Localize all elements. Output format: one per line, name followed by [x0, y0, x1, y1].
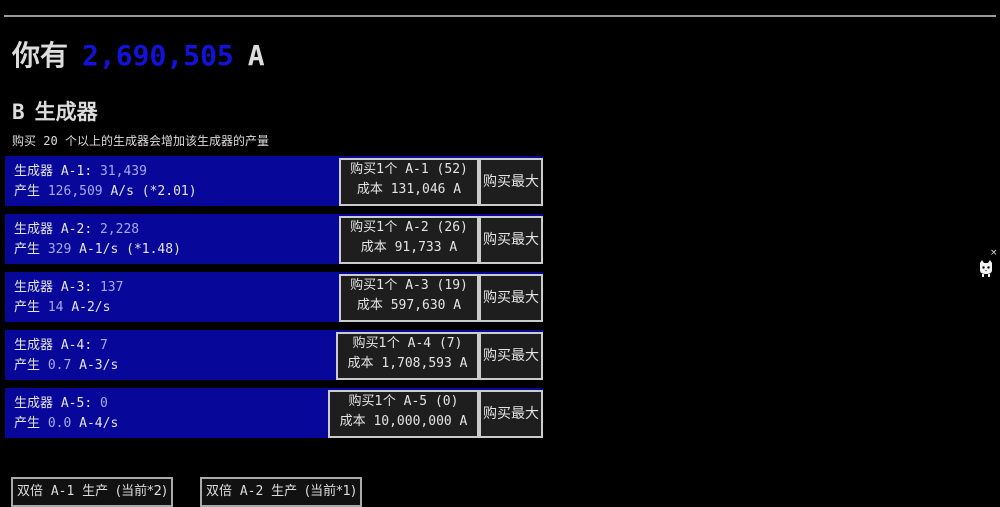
double-current: (当前*1)	[305, 484, 356, 499]
generator-info: 生成器 A-4: 7 产生 0.7 A-3/s	[14, 336, 118, 376]
section-letter: B	[12, 100, 25, 124]
generator-count: 2,228	[99, 222, 140, 237]
generator-info: 生成器 A-2: 2,228 产生 329 A-1/s (*1.48)	[14, 220, 181, 260]
money-display: 你有 2,690,505 A	[12, 34, 265, 74]
cost-label: 成本	[360, 240, 387, 255]
double-production-label: 生产	[271, 484, 298, 499]
production-unit: A-1/s (*1.48)	[79, 242, 181, 257]
top-divider	[4, 15, 996, 17]
buy-max-button[interactable]: 购买最大	[479, 158, 543, 206]
hint-prefix: 购买	[12, 134, 37, 148]
production-label: 产生	[14, 358, 41, 373]
hint-number: 20	[43, 134, 58, 148]
double-a1-button[interactable]: 双倍 A-1 生产 (当前*2)	[11, 477, 173, 507]
buy-one-button[interactable]: 购买1个 A-5 (0) 成本 10,000,000 A	[328, 390, 479, 438]
buy-max-button[interactable]: 购买最大	[479, 274, 543, 322]
generator-name: A-2:	[60, 222, 93, 237]
production-label: 产生	[14, 416, 41, 431]
buy-one-target: A-4 (7)	[407, 336, 463, 351]
generator-info: 生成器 A-1: 31,439 产生 126,509 A/s (*2.01)	[14, 162, 197, 202]
production-value: 0.7	[47, 358, 72, 373]
generator-row: 生成器 A-2: 2,228 产生 329 A-1/s (*1.48) 购买1个…	[5, 214, 543, 264]
buy-max-button[interactable]: 购买最大	[479, 332, 543, 380]
generator-row: 生成器 A-3: 137 产生 14 A-2/s 购买1个 A-3 (19) 成…	[5, 272, 543, 322]
cost-label: 成本	[339, 414, 366, 429]
cost-label: 成本	[347, 356, 374, 371]
double-target: A-1	[50, 484, 75, 499]
cost-value: 131,046 A	[390, 182, 462, 197]
cost-label: 成本	[356, 298, 383, 313]
generator-row: 生成器 A-5: 0 产生 0.0 A-4/s 购买1个 A-5 (0) 成本 …	[5, 388, 543, 438]
generator-label: 生成器	[14, 222, 54, 237]
production-value: 14	[47, 300, 64, 315]
buy-one-button[interactable]: 购买1个 A-1 (52) 成本 131,046 A	[339, 158, 479, 206]
double-a2-button[interactable]: 双倍 A-2 生产 (当前*1)	[200, 477, 362, 507]
buy-one-button[interactable]: 购买1个 A-3 (19) 成本 597,630 A	[339, 274, 479, 322]
buy-one-label: 购买1个	[348, 394, 396, 409]
buy-one-button[interactable]: 购买1个 A-2 (26) 成本 91,733 A	[339, 216, 479, 264]
section-title: B 生成器	[12, 96, 98, 126]
side-widget-close-icon[interactable]: ×	[990, 248, 998, 258]
buy-one-label: 购买1个	[352, 336, 400, 351]
buy-max-button[interactable]: 购买最大	[479, 216, 543, 264]
section-hint: 购买 20 个以上的生成器会增加该生成器的产量	[12, 132, 269, 149]
buy-one-label: 购买1个	[350, 278, 398, 293]
production-label: 产生	[14, 300, 41, 315]
production-value: 0.0	[47, 416, 72, 431]
generator-label: 生成器	[14, 396, 54, 411]
generator-name: A-4:	[60, 338, 93, 353]
production-value: 329	[47, 242, 72, 257]
generator-info: 生成器 A-3: 137 产生 14 A-2/s	[14, 278, 123, 318]
production-unit: A-3/s	[79, 358, 119, 373]
cat-icon[interactable]	[978, 259, 994, 277]
generator-count: 7	[99, 338, 108, 353]
cost-label: 成本	[356, 182, 383, 197]
generator-count: 0	[99, 396, 108, 411]
generator-count: 31,439	[99, 164, 147, 179]
buy-one-target: A-1 (52)	[405, 162, 468, 177]
buy-max-button[interactable]: 购买最大	[479, 390, 543, 438]
generator-count: 137	[99, 280, 124, 295]
generator-info: 生成器 A-5: 0 产生 0.0 A-4/s	[14, 394, 118, 434]
generator-name: A-5:	[60, 396, 93, 411]
production-label: 产生	[14, 242, 41, 257]
buy-one-target: A-2 (26)	[405, 220, 468, 235]
buy-one-target: A-3 (19)	[405, 278, 468, 293]
double-target: A-2	[239, 484, 264, 499]
hint-suffix: 个以上的生成器会增加该生成器的产量	[64, 134, 269, 148]
double-label: 双倍	[17, 484, 44, 499]
cost-value: 10,000,000 A	[373, 414, 468, 429]
double-label: 双倍	[206, 484, 233, 499]
buy-one-button[interactable]: 购买1个 A-4 (7) 成本 1,708,593 A	[336, 332, 479, 380]
cost-value: 597,630 A	[390, 298, 462, 313]
production-value: 126,509	[47, 184, 103, 199]
generator-name: A-1:	[60, 164, 93, 179]
production-unit: A-2/s	[71, 300, 111, 315]
generator-label: 生成器	[14, 338, 54, 353]
money-amount: 2,690,505	[82, 39, 234, 72]
section-name: 生成器	[34, 100, 98, 124]
double-production-label: 生产	[82, 484, 109, 499]
cost-value: 91,733 A	[394, 240, 458, 255]
buy-one-label: 购买1个	[350, 220, 398, 235]
generator-name: A-3:	[60, 280, 93, 295]
production-unit: A/s (*2.01)	[110, 184, 197, 199]
production-unit: A-4/s	[79, 416, 119, 431]
money-prefix: 你有	[12, 39, 69, 72]
generator-label: 生成器	[14, 164, 54, 179]
buy-one-target: A-5 (0)	[403, 394, 459, 409]
generator-row: 生成器 A-1: 31,439 产生 126,509 A/s (*2.01) 购…	[5, 156, 543, 206]
generator-label: 生成器	[14, 280, 54, 295]
buy-one-label: 购买1个	[350, 162, 398, 177]
cost-value: 1,708,593 A	[381, 356, 468, 371]
production-label: 产生	[14, 184, 41, 199]
double-current: (当前*2)	[116, 484, 167, 499]
money-unit: A	[247, 39, 265, 72]
generator-row: 生成器 A-4: 7 产生 0.7 A-3/s 购买1个 A-4 (7) 成本 …	[5, 330, 543, 380]
